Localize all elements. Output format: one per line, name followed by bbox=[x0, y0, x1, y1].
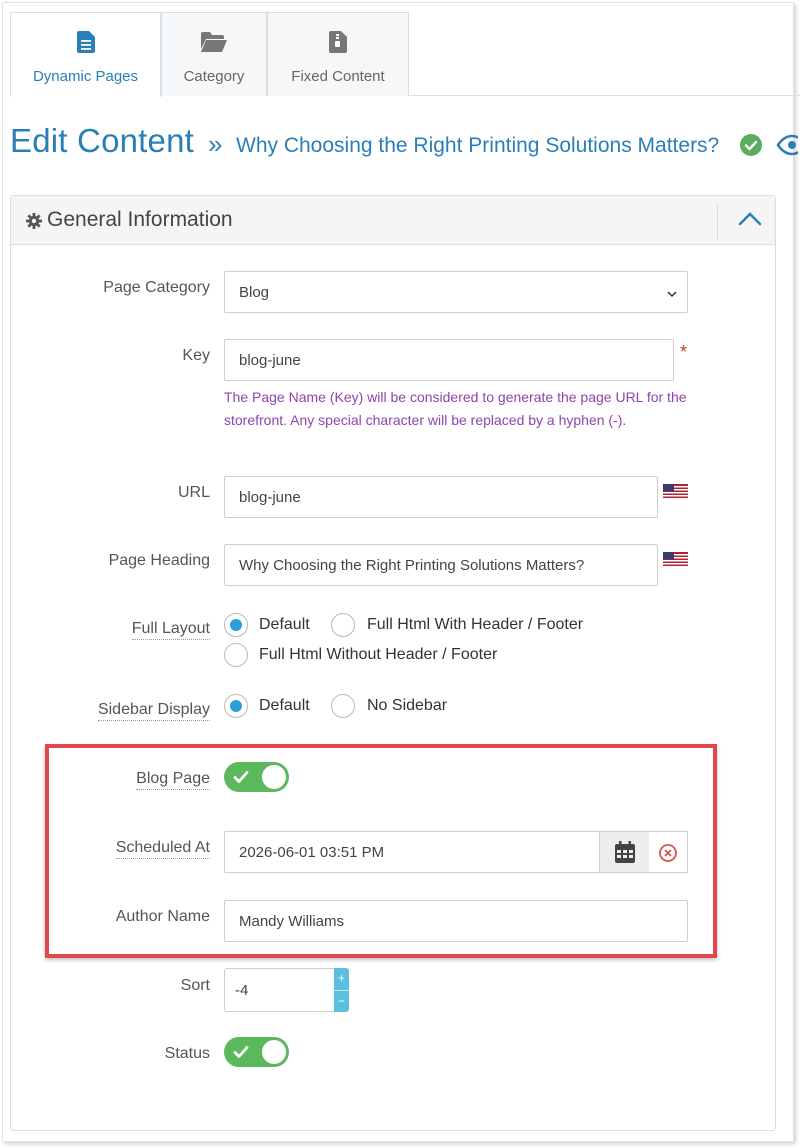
page-title: Edit Content bbox=[10, 122, 195, 159]
toggle-knob bbox=[262, 1040, 286, 1064]
calendar-icon bbox=[615, 841, 635, 863]
full-layout-with-header-radio[interactable] bbox=[331, 613, 355, 637]
page-category-select[interactable]: Blog bbox=[224, 271, 688, 313]
radio-label: Full Html With Header / Footer bbox=[367, 616, 584, 633]
full-layout-label: Full Layout bbox=[131, 620, 210, 640]
chevron-up-icon[interactable] bbox=[737, 208, 763, 230]
toggle-knob bbox=[262, 765, 286, 789]
document-icon bbox=[11, 31, 160, 55]
decrement-button[interactable]: − bbox=[334, 991, 349, 1012]
check-icon bbox=[233, 1044, 249, 1060]
url-label: URL bbox=[177, 484, 210, 501]
panel-divider bbox=[717, 204, 718, 240]
sidebar-none-radio[interactable] bbox=[331, 694, 355, 718]
full-layout-default-radio[interactable] bbox=[224, 613, 248, 637]
check-icon bbox=[233, 769, 249, 785]
scheduled-at-input[interactable]: 2026-06-01 03:51 PM bbox=[224, 831, 600, 873]
gear-icon bbox=[26, 213, 42, 229]
file-archive-icon bbox=[268, 31, 408, 55]
sort-input[interactable]: -4 bbox=[224, 968, 336, 1012]
author-name-label: Author Name bbox=[115, 908, 210, 925]
tab-category[interactable]: Category bbox=[161, 12, 267, 96]
check-circle-icon bbox=[740, 134, 762, 156]
page-heading-label: Page Heading bbox=[108, 552, 210, 569]
chevron-down-icon bbox=[667, 286, 677, 298]
tab-label: Fixed Content bbox=[291, 68, 385, 85]
sort-label: Sort bbox=[180, 977, 210, 994]
status-label: Status bbox=[164, 1045, 210, 1062]
url-input[interactable]: blog-june bbox=[224, 476, 658, 518]
us-flag-icon[interactable] bbox=[663, 552, 688, 566]
sidebar-default-radio[interactable] bbox=[224, 694, 248, 718]
clear-date-button[interactable] bbox=[649, 831, 688, 873]
key-help-text: The Page Name (Key) will be considered t… bbox=[224, 389, 687, 428]
page-category-value: Blog bbox=[239, 284, 270, 301]
page-subtitle: Why Choosing the Right Printing Solution… bbox=[236, 134, 720, 157]
scheduled-at-label: Scheduled At bbox=[115, 839, 210, 859]
key-label: Key bbox=[182, 347, 210, 364]
author-name-input[interactable]: Mandy Williams bbox=[224, 900, 688, 942]
radio-label: No Sidebar bbox=[367, 697, 448, 714]
key-input[interactable]: blog-june bbox=[224, 339, 674, 381]
tab-label: Dynamic Pages bbox=[32, 68, 139, 85]
radio-label: Default bbox=[259, 616, 310, 633]
us-flag-icon[interactable] bbox=[663, 484, 688, 498]
panel-header: General Information bbox=[11, 196, 775, 245]
blog-page-toggle[interactable] bbox=[224, 762, 289, 792]
stepper-divider bbox=[334, 990, 349, 991]
tab-label: Category bbox=[183, 68, 245, 85]
folder-open-icon bbox=[162, 31, 266, 55]
status-toggle[interactable] bbox=[224, 1037, 289, 1067]
sort-stepper[interactable]: + − bbox=[334, 968, 349, 1012]
tab-fixed-content[interactable]: Fixed Content bbox=[267, 12, 409, 96]
eye-icon[interactable] bbox=[776, 134, 798, 156]
tab-dynamic-pages[interactable]: Dynamic Pages bbox=[10, 12, 161, 97]
increment-button[interactable]: + bbox=[334, 968, 349, 990]
radio-label: Full Html Without Header / Footer bbox=[259, 646, 498, 663]
page-heading-input[interactable]: Why Choosing the Right Printing Solution… bbox=[224, 544, 658, 586]
required-mark: * bbox=[680, 342, 688, 362]
panel-title: General Information bbox=[47, 208, 233, 231]
clear-circle-icon bbox=[659, 844, 677, 862]
sidebar-display-label: Sidebar Display bbox=[97, 701, 210, 721]
tab-bar: Dynamic Pages Category Fixed Content bbox=[10, 12, 800, 97]
calendar-button[interactable] bbox=[599, 831, 650, 873]
radio-label: Default bbox=[259, 697, 310, 714]
page-category-label: Page Category bbox=[103, 279, 210, 296]
breadcrumb-separator: » bbox=[208, 129, 223, 159]
blog-page-label: Blog Page bbox=[136, 770, 210, 790]
full-layout-without-header-radio[interactable] bbox=[224, 643, 248, 667]
